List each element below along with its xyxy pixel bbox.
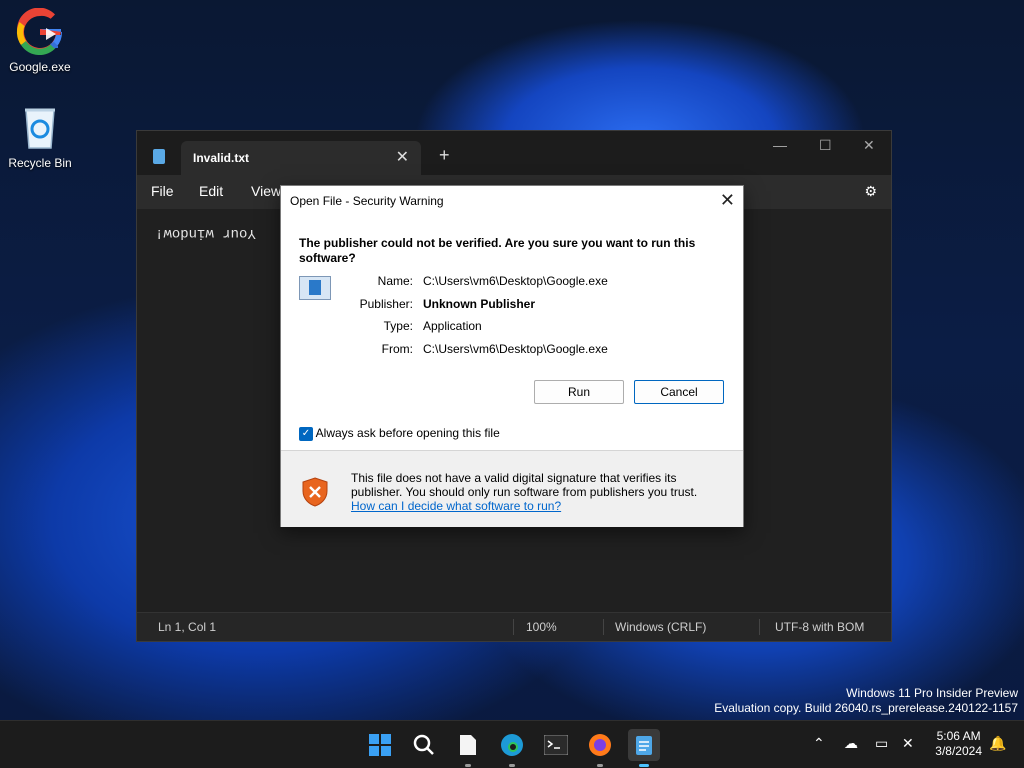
field-value: Application [423,319,482,333]
field-publisher: Publisher: Unknown Publisher [341,297,721,313]
clock[interactable]: 5:06 AM 3/8/2024 [935,729,982,759]
clock-time: 5:06 AM [936,729,981,743]
notepad-text-content[interactable]: Your window! [155,225,256,241]
help-link[interactable]: How can I decide what software to run? [351,499,561,513]
tab-invalid-txt[interactable]: Invalid.txt ✕ [181,141,421,175]
start-icon[interactable] [364,729,396,761]
field-key: Publisher: [359,297,413,311]
cancel-button[interactable]: Cancel [634,380,724,404]
dialog-headline: The publisher could not be verified. Are… [299,236,696,265]
cloud-offline-icon[interactable]: ☁ [844,735,858,752]
footer-text-block: This file does not have a valid digital … [351,471,721,513]
clock-date: 3/8/2024 [935,744,982,758]
field-type: Type: Application [341,319,721,335]
field-key: From: [381,342,413,356]
notepad-titlebar[interactable]: Invalid.txt ✕ + — ☐ ✕ [137,131,891,175]
google-icon [16,7,64,56]
field-value: Unknown Publisher [423,297,536,311]
desktop-icon-recycle-bin[interactable]: Recycle Bin [2,104,78,170]
status-line-ending: Windows (CRLF) [615,620,707,634]
file-explorer-icon[interactable] [452,729,484,767]
search-icon[interactable] [408,729,440,761]
dialog-body: The publisher could not be verified. Are… [281,216,743,452]
chevron-up-icon[interactable]: ⌃ [813,735,825,752]
taskbar: ⌃ ☁ ▭ ✕ 5:06 AM 3/8/2024 🔔 [0,720,1024,768]
desktop-icon-label: Recycle Bin [8,156,72,170]
always-ask-label: Always ask before opening this file [315,426,500,440]
footer-message: This file does not have a valid digital … [351,471,698,499]
watermark-line-1: Windows 11 Pro Insider Preview [846,686,1018,700]
always-ask-checkbox[interactable]: ✓ [299,426,313,441]
running-indicator [597,764,603,767]
field-from: From: C:\Users\vm6\Desktop\Google.exe [341,342,721,358]
notepad-app-icon [153,149,165,164]
field-value: C:\Users\vm6\Desktop\Google.exe [423,342,608,356]
menu-file[interactable]: File [151,183,174,199]
maximize-button[interactable]: ☐ [819,137,832,154]
active-indicator [639,764,649,767]
tab-close-icon[interactable]: ✕ [396,147,409,167]
field-key: Type: [383,319,413,333]
status-position: Ln 1, Col 1 [158,620,217,634]
application-icon [299,276,331,300]
edge-icon[interactable] [496,729,528,767]
menu-edit[interactable]: Edit [199,183,223,199]
dialog-close-icon[interactable]: ✕ [720,190,735,211]
notification-bell-icon[interactable]: 🔔 [989,735,1006,752]
security-warning-dialog: Open File - Security Warning ✕ The publi… [280,185,744,527]
minimize-button[interactable]: — [773,137,787,153]
menu-view[interactable]: View [251,183,281,199]
notepad-icon[interactable] [628,729,660,767]
running-indicator [509,764,515,767]
firefox-icon[interactable] [584,729,616,767]
dialog-footer: This file does not have a valid digital … [281,450,743,527]
field-name: Name: C:\Users\vm6\Desktop\Google.exe [341,274,721,290]
status-encoding: UTF-8 with BOM [775,620,865,634]
recycle-bin-icon [16,104,64,152]
running-indicator [465,764,471,767]
field-key: Name: [377,274,413,288]
status-zoom[interactable]: 100% [526,620,557,634]
watermark-line-2: Evaluation copy. Build 26040.rs_prerelea… [714,701,1018,715]
windows-watermark: Windows 11 Pro Insider Preview Evaluatio… [714,686,1018,716]
desktop-icon-label: Google.exe [9,60,71,74]
field-value: C:\Users\vm6\Desktop\Google.exe [423,274,608,288]
dialog-title: Open File - Security Warning [290,194,444,208]
desktop-icon-google[interactable]: Google.exe [2,7,78,74]
new-tab-button[interactable]: + [439,145,450,166]
terminal-icon[interactable] [540,729,572,761]
dialog-titlebar[interactable]: Open File - Security Warning ✕ [281,186,743,216]
network-icon[interactable]: ▭ [875,735,888,752]
close-window-button[interactable]: ✕ [863,137,875,154]
volume-muted-icon[interactable]: ✕ [902,735,914,752]
always-ask-checkbox-row[interactable]: ✓ Always ask before opening this file [299,426,500,441]
settings-gear-icon[interactable]: ⚙ [864,183,877,200]
run-button[interactable]: Run [534,380,624,404]
tab-title: Invalid.txt [193,151,250,165]
warning-shield-icon [302,477,328,507]
notepad-statusbar: Ln 1, Col 1 100% Windows (CRLF) UTF-8 wi… [137,612,891,641]
